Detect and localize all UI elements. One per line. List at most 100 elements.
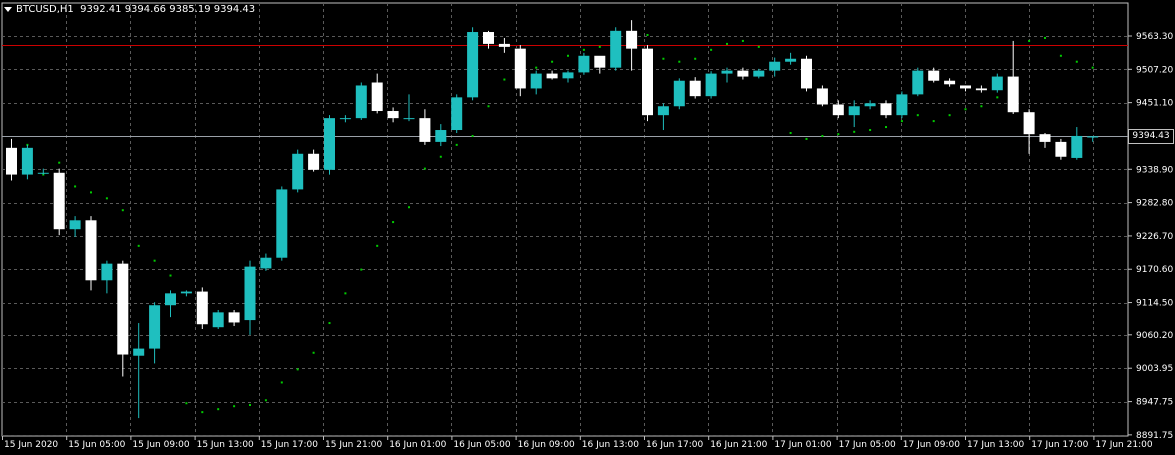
- candle[interactable]: [832, 100, 844, 119]
- sar-dot: [567, 54, 569, 57]
- candle[interactable]: [212, 309, 224, 329]
- candle[interactable]: [451, 94, 463, 133]
- candle[interactable]: [912, 67, 924, 97]
- candle[interactable]: [610, 27, 622, 71]
- candle[interactable]: [642, 45, 653, 122]
- candle[interactable]: [403, 94, 415, 122]
- sar-dot: [821, 134, 824, 137]
- candle-body: [276, 189, 288, 258]
- candle[interactable]: [578, 52, 590, 75]
- candle[interactable]: [769, 57, 781, 77]
- candle[interactable]: [1039, 132, 1051, 148]
- sar-dot: [662, 57, 665, 60]
- price-chart[interactable]: 9563.30 9507.20 9451.10 9338.90 9282.80 9226.…: [0, 0, 1175, 455]
- candle-body: [705, 73, 717, 97]
- candle[interactable]: [753, 68, 765, 79]
- candle-body: [594, 55, 606, 68]
- candle[interactable]: [101, 260, 113, 294]
- candle[interactable]: [435, 124, 447, 147]
- candle[interactable]: [419, 109, 431, 145]
- sar-dot: [535, 66, 538, 69]
- candle[interactable]: [371, 73, 383, 114]
- candle[interactable]: [785, 52, 797, 65]
- candle[interactable]: [960, 85, 971, 92]
- candle[interactable]: [689, 77, 701, 99]
- candle-body: [753, 70, 765, 77]
- candle[interactable]: [53, 168, 65, 236]
- candle[interactable]: [6, 138, 17, 181]
- candle-body: [896, 94, 908, 116]
- candle[interactable]: [1071, 127, 1083, 160]
- candle[interactable]: [816, 85, 828, 107]
- candle[interactable]: [1007, 40, 1019, 114]
- candle[interactable]: [657, 103, 669, 131]
- sar-dot: [964, 108, 967, 111]
- time-axis[interactable]: 15 Jun 2020 15 Jun 05:00 15 Jun 09:00 15 Ju…: [2, 436, 1153, 450]
- time-tick-label: 16 Jun 09:00: [518, 440, 575, 450]
- candle-body: [1023, 112, 1035, 135]
- candle-body: [435, 130, 447, 142]
- candle[interactable]: [801, 55, 812, 92]
- candle[interactable]: [928, 67, 940, 83]
- candle[interactable]: [165, 290, 176, 318]
- candle[interactable]: [117, 260, 129, 377]
- candle[interactable]: [880, 100, 892, 119]
- time-tick-label: 16 Jun 01:00: [389, 440, 446, 450]
- candle[interactable]: [21, 144, 33, 180]
- ohlc-values: 9392.41 9394.66 9385.19 9394.43: [80, 4, 256, 15]
- candles[interactable]: [6, 20, 1099, 419]
- chart-window[interactable]: 9563.30 9507.20 9451.10 9338.90 9282.80 9226.…: [0, 0, 1175, 455]
- candle[interactable]: [705, 71, 717, 99]
- sar-dot: [423, 167, 426, 170]
- candle[interactable]: [546, 70, 558, 80]
- candle[interactable]: [355, 82, 367, 120]
- price-tick-label: 9563.30: [1136, 32, 1173, 42]
- candle[interactable]: [864, 100, 876, 110]
- candle[interactable]: [133, 323, 145, 419]
- price-axis[interactable]: 9563.30 9507.20 9451.10 9338.90 9282.80 9226.…: [1128, 32, 1173, 441]
- candle-body: [816, 88, 828, 105]
- candle-body: [21, 147, 33, 175]
- candle[interactable]: [149, 302, 161, 364]
- candle-body: [403, 118, 415, 120]
- candle[interactable]: [260, 253, 272, 271]
- candle[interactable]: [276, 186, 288, 261]
- candle[interactable]: [180, 290, 192, 297]
- candle[interactable]: [896, 91, 908, 119]
- candle-body: [244, 266, 256, 321]
- candle-body: [960, 85, 971, 89]
- candle[interactable]: [1087, 136, 1099, 142]
- sar-dot: [1091, 66, 1094, 69]
- candle[interactable]: [944, 78, 956, 87]
- candle[interactable]: [1055, 138, 1067, 160]
- candle[interactable]: [626, 20, 638, 71]
- candle[interactable]: [228, 309, 240, 327]
- candle[interactable]: [498, 37, 510, 53]
- sar-dot: [694, 57, 697, 60]
- candle[interactable]: [69, 216, 81, 237]
- price-tick-label: 9451.10: [1136, 99, 1173, 109]
- candle[interactable]: [530, 70, 542, 95]
- candle[interactable]: [467, 27, 479, 101]
- candle[interactable]: [975, 85, 987, 93]
- candle[interactable]: [848, 100, 860, 128]
- candle[interactable]: [292, 149, 304, 193]
- candle[interactable]: [196, 287, 208, 329]
- candle-body: [196, 291, 208, 325]
- sar-dot: [280, 381, 283, 384]
- candle[interactable]: [339, 115, 351, 123]
- dropdown-triangle-icon[interactable]: [4, 6, 12, 12]
- candle[interactable]: [308, 149, 320, 172]
- candle[interactable]: [594, 55, 606, 74]
- symbol-header[interactable]: BTCUSD,H1 9392.41 9394.66 9385.19 9394.4…: [4, 4, 255, 16]
- time-tick-label: 15 Jun 13:00: [197, 440, 254, 450]
- candle[interactable]: [991, 73, 1003, 93]
- candle[interactable]: [85, 216, 97, 291]
- candle[interactable]: [387, 107, 399, 123]
- candle[interactable]: [324, 115, 335, 175]
- candle[interactable]: [562, 70, 574, 83]
- candle[interactable]: [244, 260, 256, 335]
- candle[interactable]: [1023, 109, 1035, 154]
- candle-body: [928, 70, 940, 81]
- candle[interactable]: [673, 78, 685, 110]
